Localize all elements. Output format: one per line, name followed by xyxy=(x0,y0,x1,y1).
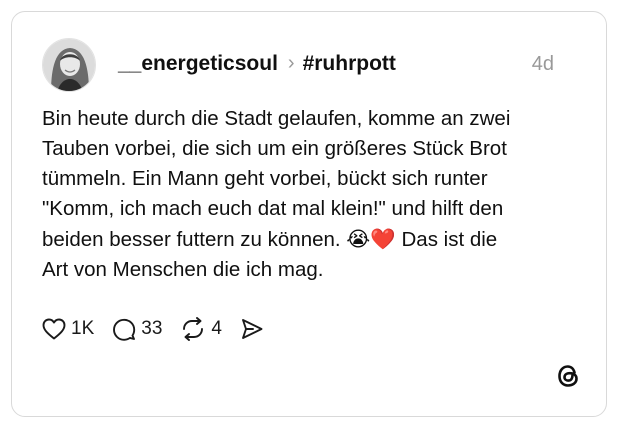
post-timestamp[interactable]: 4d xyxy=(532,53,554,76)
share-button[interactable] xyxy=(240,318,269,340)
reply-count: 33 xyxy=(141,318,163,339)
post-header: __energeticsoul › #ruhrpott xyxy=(118,52,396,76)
topic-tag-link[interactable]: #ruhrpott xyxy=(303,52,396,76)
post-text-segment: Das ist die xyxy=(401,228,498,251)
username-link[interactable]: __energeticsoul xyxy=(118,52,278,76)
post-text-line: tümmeln. Ein Mann geht vorbei, bückt sic… xyxy=(42,167,488,190)
heart-icon xyxy=(42,318,66,340)
avatar[interactable] xyxy=(42,38,96,92)
like-count: 1K xyxy=(71,318,95,339)
share-icon xyxy=(242,319,263,339)
chevron-right-icon: › xyxy=(287,51,295,74)
repost-icon xyxy=(183,317,204,341)
post-text-segment: beiden besser futtern zu können. xyxy=(42,228,341,251)
threads-logo-icon[interactable] xyxy=(554,362,582,390)
post-card[interactable]: __energeticsoul › #ruhrpott 4d Bin heute… xyxy=(11,11,607,417)
avatar-image xyxy=(43,39,95,91)
post-text-line: Art von Menschen die ich mag. xyxy=(42,258,324,281)
emoji-crying-heart: 😭❤️ xyxy=(346,227,396,251)
post-text: Bin heute durch die Stadt gelaufen, komm… xyxy=(42,104,572,285)
action-bar: 1K 33 4 xyxy=(42,317,287,341)
comment-icon xyxy=(113,318,136,341)
post-text-line: "Komm, ich mach euch dat mal klein!" und… xyxy=(42,197,504,220)
repost-button[interactable]: 4 xyxy=(180,317,222,341)
post-text-line: Tauben vorbei, die sich um ein größeres … xyxy=(42,137,507,160)
repost-count: 4 xyxy=(211,318,222,339)
reply-button[interactable]: 33 xyxy=(112,317,162,341)
like-button[interactable]: 1K xyxy=(42,318,94,340)
post-text-line: beiden besser futtern zu können. 😭❤️ Das… xyxy=(42,224,572,255)
post-text-line: Bin heute durch die Stadt gelaufen, komm… xyxy=(42,107,511,130)
